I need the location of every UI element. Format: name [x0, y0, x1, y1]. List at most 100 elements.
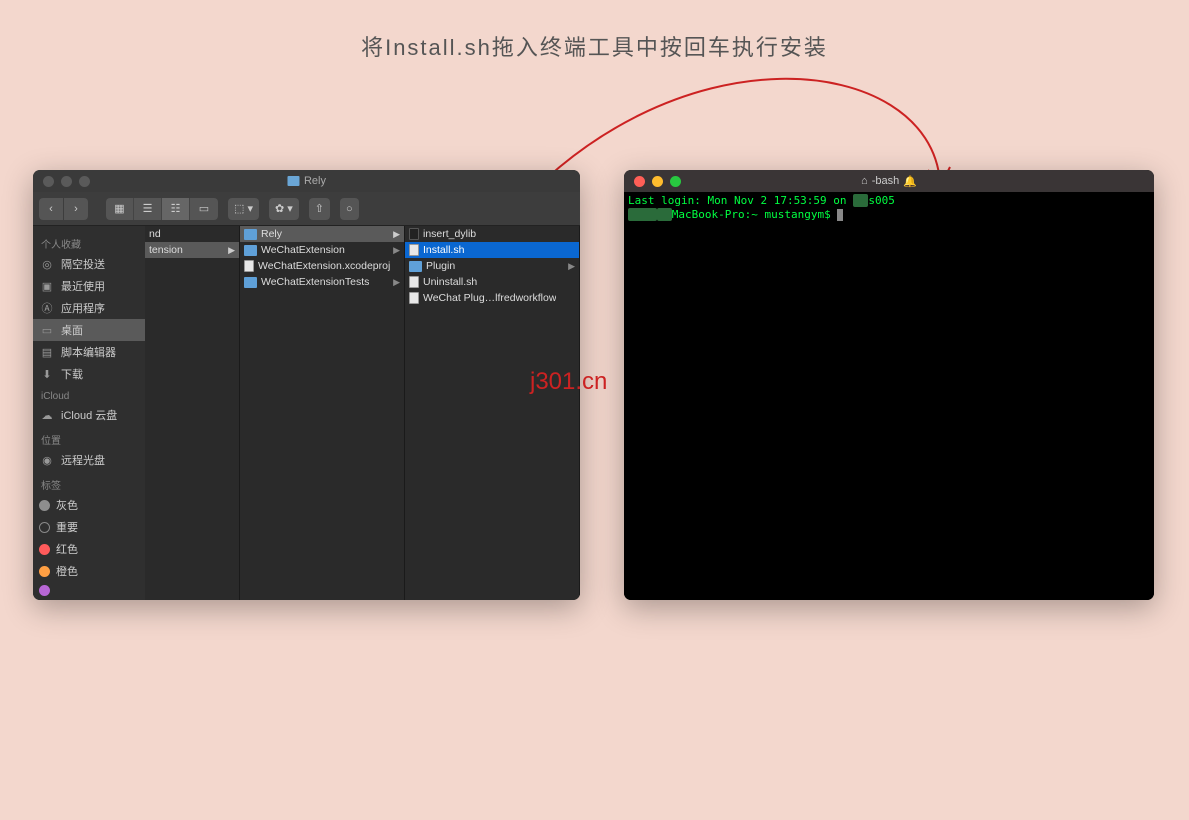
list-item[interactable]: insert_dylib: [405, 226, 579, 242]
sidebar-group-locations: 位置: [33, 426, 145, 449]
sidebar-item[interactable]: ▣最近使用: [33, 275, 145, 297]
column-3[interactable]: insert_dylib Install.sh Plugin▶Uninstall.s…: [405, 226, 580, 600]
tag-dot-icon: [39, 544, 50, 555]
chevron-right-icon: ▶: [390, 277, 400, 288]
tag-dot-icon: [39, 585, 50, 596]
file-icon: [244, 260, 254, 272]
maximize-icon[interactable]: [79, 176, 90, 187]
tags-button[interactable]: ○: [340, 198, 359, 220]
view-gallery-button[interactable]: ▭: [190, 198, 218, 220]
sidebar-item[interactable]: ⬇ 下载: [33, 363, 145, 385]
arrange-button[interactable]: ⬚ ▾: [228, 198, 259, 220]
list-item[interactable]: Plugin▶: [405, 258, 579, 274]
item-label: Install.sh: [423, 244, 464, 256]
sidebar-item[interactable]: ▭ 桌面: [33, 319, 145, 341]
view-column-button[interactable]: ☷: [162, 198, 190, 220]
minimize-icon[interactable]: [61, 176, 72, 187]
window-title: Rely: [304, 175, 326, 187]
file-icon: [409, 292, 419, 304]
sidebar-item[interactable]: [33, 582, 145, 599]
chevron-right-icon: ▶: [390, 229, 400, 240]
item-label: insert_dylib: [423, 228, 476, 240]
maximize-icon[interactable]: [670, 176, 681, 187]
action-button[interactable]: ✿ ▾: [269, 198, 299, 220]
sidebar-item-label: 桌面: [61, 322, 83, 338]
sidebar-item[interactable]: Ⓐ应用程序: [33, 297, 145, 319]
column-2[interactable]: Rely▶WeChatExtension▶WeChatExtension.xco…: [240, 226, 405, 600]
sidebar-item-label: 红色: [56, 541, 78, 557]
airdrop-icon: ◎: [39, 257, 55, 271]
list-item[interactable]: Uninstall.sh: [405, 274, 579, 290]
close-icon[interactable]: [634, 176, 645, 187]
view-list-button[interactable]: ☰: [134, 198, 162, 220]
tag-dot-icon: [39, 522, 50, 533]
watermark: j301.cn: [530, 368, 607, 396]
column-1[interactable]: nd tension ▶: [145, 226, 240, 600]
minimize-icon[interactable]: [652, 176, 663, 187]
tag-dot-icon: [39, 566, 50, 577]
item-label: WeChatExtension.xcodeproj: [258, 260, 390, 272]
home-icon: ⌂: [861, 175, 868, 187]
chevron-right-icon: ▶: [565, 261, 575, 272]
finder-sidebar: 个人收藏 ◎隔空投送▣最近使用Ⓐ应用程序▭桌面▤脚本编辑器⬇下载 iCloud …: [33, 226, 145, 600]
finder-titlebar[interactable]: Rely: [33, 170, 580, 192]
sidebar-item[interactable]: 灰色: [33, 494, 145, 516]
sidebar-item-label: 下载: [61, 366, 83, 382]
list-item[interactable]: WeChatExtension ▶: [240, 242, 404, 258]
desktop-icon: ▭: [39, 323, 55, 337]
apps-icon: Ⓐ: [39, 301, 55, 315]
terminal-titlebar[interactable]: ⌂ -bash 🔔: [624, 170, 1154, 192]
disc-icon: ◉: [39, 453, 55, 467]
terminal-body[interactable]: Last login: Mon Nov 2 17:53:59 on tts005…: [624, 192, 1154, 600]
share-button[interactable]: ⇧: [309, 198, 330, 220]
list-item[interactable]: tension ▶: [145, 242, 239, 258]
terminal-window: ⌂ -bash 🔔 Last login: Mon Nov 2 17:53:59…: [624, 170, 1154, 600]
folder-icon: [409, 261, 422, 272]
sidebar-item[interactable]: ◎ 隔空投送: [33, 253, 145, 275]
sidebar-item[interactable]: 重要: [33, 516, 145, 538]
sidebar-item-label: 隔空投送: [61, 256, 105, 272]
shell-icon: [409, 228, 419, 240]
file-icon: [409, 276, 419, 288]
view-icon-button[interactable]: ▦: [106, 198, 134, 220]
list-item[interactable]: Install.sh: [405, 242, 579, 258]
sidebar-item-label: 灰色: [56, 497, 78, 513]
sidebar-group-favorites: 个人收藏: [33, 230, 145, 253]
forward-button[interactable]: ›: [64, 198, 88, 220]
list-item[interactable]: Rely ▶: [240, 226, 404, 242]
terminal-prompt: xxxxxxMacBook-Pro:~ mustangym$: [628, 208, 1150, 222]
terminal-title: -bash: [872, 175, 900, 187]
sidebar-item[interactable]: ◉ 远程光盘: [33, 449, 145, 471]
list-item[interactable]: WeChatExtension.xcodeproj: [240, 258, 404, 274]
cursor-icon: [837, 209, 843, 221]
folder-icon: [244, 229, 257, 240]
sidebar-item[interactable]: ▤脚本编辑器: [33, 341, 145, 363]
folder-icon: [287, 176, 299, 186]
finder-window: Rely ‹ › ▦ ☰ ☷ ▭ ⬚ ▾ ✿ ▾ ⇧ ○ 个人收藏 ◎ 隔空投送 ▣…: [33, 170, 580, 600]
chevron-right-icon: ▶: [390, 245, 400, 256]
scripts-icon: ▤: [39, 345, 55, 359]
sidebar-item[interactable]: 橙色: [33, 560, 145, 582]
sidebar-item[interactable]: ☁iCloud 云盘: [33, 404, 145, 426]
item-label: tension: [149, 244, 183, 256]
close-icon[interactable]: [43, 176, 54, 187]
list-item[interactable]: nd: [145, 226, 239, 242]
item-label: Rely: [261, 228, 282, 240]
item-label: WeChatExtension: [261, 244, 345, 256]
sidebar-group-icloud: iCloud: [33, 385, 145, 404]
downloads-icon: ⬇: [39, 367, 55, 381]
sidebar-group-tags: 标签: [33, 471, 145, 494]
terminal-line: Last login: Mon Nov 2 17:53:59 on tts005: [628, 194, 1150, 208]
instruction-text: 将Install.sh拖入终端工具中按回车执行安装: [0, 30, 1189, 62]
sidebar-item[interactable]: 红色: [33, 538, 145, 560]
list-item[interactable]: WeChat Plug…lfredworkflow: [405, 290, 579, 306]
list-item[interactable]: WeChatExtensionTests ▶: [240, 274, 404, 290]
cloud-icon: ☁: [39, 408, 55, 422]
item-label: WeChatExtensionTests: [261, 276, 369, 288]
sidebar-item-label: 远程光盘: [61, 452, 105, 468]
tag-dot-icon: [39, 500, 50, 511]
chevron-right-icon: ▶: [225, 245, 235, 256]
back-button[interactable]: ‹: [39, 198, 63, 220]
finder-toolbar: ‹ › ▦ ☰ ☷ ▭ ⬚ ▾ ✿ ▾ ⇧ ○: [33, 192, 580, 226]
recents-icon: ▣: [39, 279, 55, 293]
